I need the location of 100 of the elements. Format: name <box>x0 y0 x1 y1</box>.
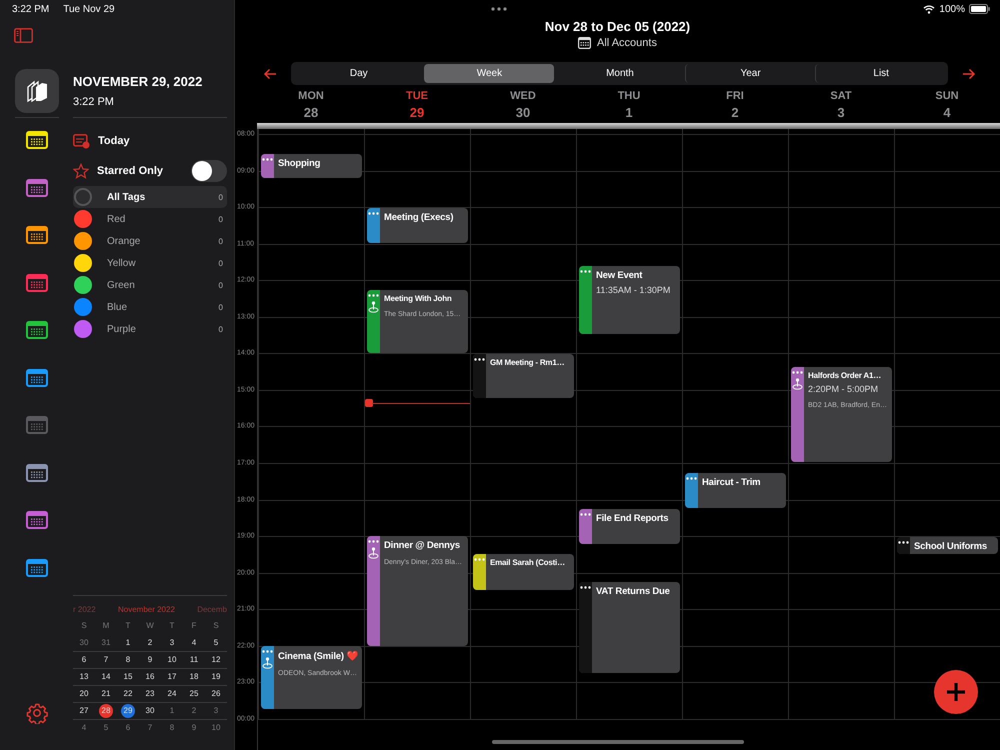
left-arrow-icon <box>263 68 277 80</box>
mini-calendar-day[interactable]: 5 <box>99 721 113 735</box>
event-card[interactable]: Meeting (Execs) <box>366 208 468 244</box>
tag-name: Green <box>107 280 135 290</box>
mini-calendar-day[interactable]: 2 <box>187 704 201 718</box>
mini-calendar-day[interactable]: 30 <box>77 636 91 650</box>
more-icon[interactable] <box>474 358 485 361</box>
view-tab[interactable]: Week <box>424 64 554 83</box>
mini-calendar-day[interactable]: 6 <box>121 721 135 735</box>
mini-calendar-day[interactable]: 21 <box>99 687 113 701</box>
mini-calendar-day[interactable]: 8 <box>165 721 179 735</box>
mini-calendar-day[interactable]: 7 <box>143 721 157 735</box>
mini-calendar-day[interactable]: 14 <box>99 670 113 684</box>
next-week-button[interactable] <box>962 68 976 80</box>
tag-row[interactable]: Green 0 <box>73 274 227 296</box>
app-logo[interactable] <box>14 69 58 113</box>
day-number: 29 <box>410 105 424 120</box>
event-title: GM Meeting - Rm1… <box>490 358 564 367</box>
mini-calendar-day[interactable]: 20 <box>77 687 91 701</box>
mini-calendar-day[interactable]: 10 <box>209 721 223 735</box>
status-date: Tue Nov 29 <box>63 4 115 17</box>
today-calendar-icon <box>73 134 90 148</box>
calendar-icon[interactable] <box>26 226 48 244</box>
view-tab[interactable]: Month <box>554 64 685 83</box>
multitasking-dots-icon[interactable] <box>491 7 507 11</box>
mini-calendar-day[interactable]: 1 <box>121 636 135 650</box>
mini-calendar-day[interactable]: 24 <box>165 687 179 701</box>
mini-calendar-day[interactable]: 1 <box>165 704 179 718</box>
mini-calendar-day[interactable]: 9 <box>143 653 157 667</box>
mini-calendar-day[interactable]: 10 <box>165 653 179 667</box>
event-title: Haircut - Trim <box>702 476 760 488</box>
day-number: 3 <box>837 105 845 120</box>
mini-calendar-day[interactable]: 16 <box>143 670 157 684</box>
tag-row[interactable]: All Tags 0 <box>73 186 227 208</box>
event-time: 2:20PM - 5:00PM <box>808 384 880 394</box>
calendar-icon[interactable] <box>26 368 48 386</box>
calendar-icon[interactable] <box>26 321 48 339</box>
event-card[interactable]: Email Sarah (Costi… <box>472 554 574 590</box>
mini-calendar-day[interactable]: 30 <box>143 704 157 718</box>
settings-icon[interactable] <box>26 702 48 724</box>
view-tab[interactable]: Day <box>293 64 424 83</box>
tag-row[interactable]: Yellow 0 <box>73 252 227 274</box>
mini-calendar-day[interactable]: 26 <box>209 687 223 701</box>
tag-count: 0 <box>218 214 223 224</box>
view-tab[interactable]: Year <box>684 64 816 83</box>
today-link[interactable]: Today <box>98 135 130 147</box>
mini-calendar-day[interactable]: 8 <box>121 653 135 667</box>
previous-week-button[interactable] <box>263 68 277 80</box>
mini-calendar-day[interactable]: 6 <box>77 653 91 667</box>
mini-calendar-day[interactable]: 11 <box>187 653 201 667</box>
mini-calendar-day[interactable]: 5 <box>209 636 223 650</box>
event-card[interactable]: School Uniforms <box>897 537 998 554</box>
weekday-name: SAT <box>830 90 852 102</box>
sidebar-toggle-icon[interactable] <box>14 28 33 43</box>
tag-name: Purple <box>107 324 136 334</box>
event-card[interactable]: Haircut - Trim <box>684 472 786 508</box>
mini-calendar-day[interactable]: 4 <box>77 721 91 735</box>
more-icon[interactable] <box>580 586 591 590</box>
event-title: Meeting (Execs) <box>384 212 454 223</box>
view-tab[interactable]: List <box>815 64 946 83</box>
mini-calendar-day[interactable]: 12 <box>209 653 223 667</box>
sidebar-time: 3:22 PM <box>73 96 115 108</box>
mini-calendar-day[interactable]: 23 <box>143 687 157 701</box>
event-card[interactable]: Shopping <box>261 154 362 178</box>
mini-calendar-day[interactable]: 27 <box>77 704 91 718</box>
mini-calendar-day[interactable]: 7 <box>99 653 113 667</box>
event-card[interactable]: GM Meeting - Rm1… <box>472 354 574 398</box>
tag-name: Blue <box>107 302 128 312</box>
event-title: School Uniforms <box>914 541 988 552</box>
mini-calendar-day[interactable]: 15 <box>121 670 135 684</box>
mini-calendar-day[interactable]: 17 <box>165 670 179 684</box>
tag-row[interactable]: Red 0 <box>73 208 227 230</box>
starred-toggle[interactable] <box>191 160 227 182</box>
mini-calendar-day[interactable]: 4 <box>187 636 201 650</box>
more-icon[interactable] <box>898 541 909 544</box>
weekday-label: T <box>168 620 176 632</box>
mini-calendar-day[interactable]: 22 <box>121 687 135 701</box>
weekday-name: FRI <box>726 90 744 102</box>
account-selector[interactable]: All Accounts <box>597 37 657 49</box>
add-event-button[interactable] <box>934 670 978 714</box>
event-card[interactable]: VAT Returns Due <box>579 582 680 674</box>
day-number: 4 <box>943 105 951 120</box>
mini-calendar-day[interactable]: 25 <box>187 687 201 701</box>
tag-row[interactable]: Orange 0 <box>73 230 227 252</box>
mini-calendar-day[interactable]: 3 <box>209 704 223 718</box>
mini-calendar-day[interactable]: 31 <box>99 636 113 650</box>
event-card[interactable]: New Event 11:35AM - 1:30PM <box>579 266 680 334</box>
mini-calendar-day[interactable]: 29 <box>121 704 135 718</box>
tag-row[interactable]: Purple 0 <box>73 318 227 340</box>
event-card[interactable]: File End Reports <box>579 509 680 544</box>
event-title: Meeting With John <box>384 294 452 303</box>
mini-calendar-day[interactable]: 2 <box>143 636 157 650</box>
mini-calendar-day[interactable]: 13 <box>77 670 91 684</box>
mini-calendar-day[interactable]: 18 <box>187 670 201 684</box>
calendar-icon[interactable] <box>26 558 48 576</box>
mini-calendar-day[interactable]: 3 <box>165 636 179 650</box>
mini-calendar-day[interactable]: 19 <box>209 670 223 684</box>
mini-calendar-day[interactable]: 9 <box>187 721 201 735</box>
tag-row[interactable]: Blue 0 <box>73 296 227 318</box>
calendar-icon[interactable] <box>26 464 48 482</box>
